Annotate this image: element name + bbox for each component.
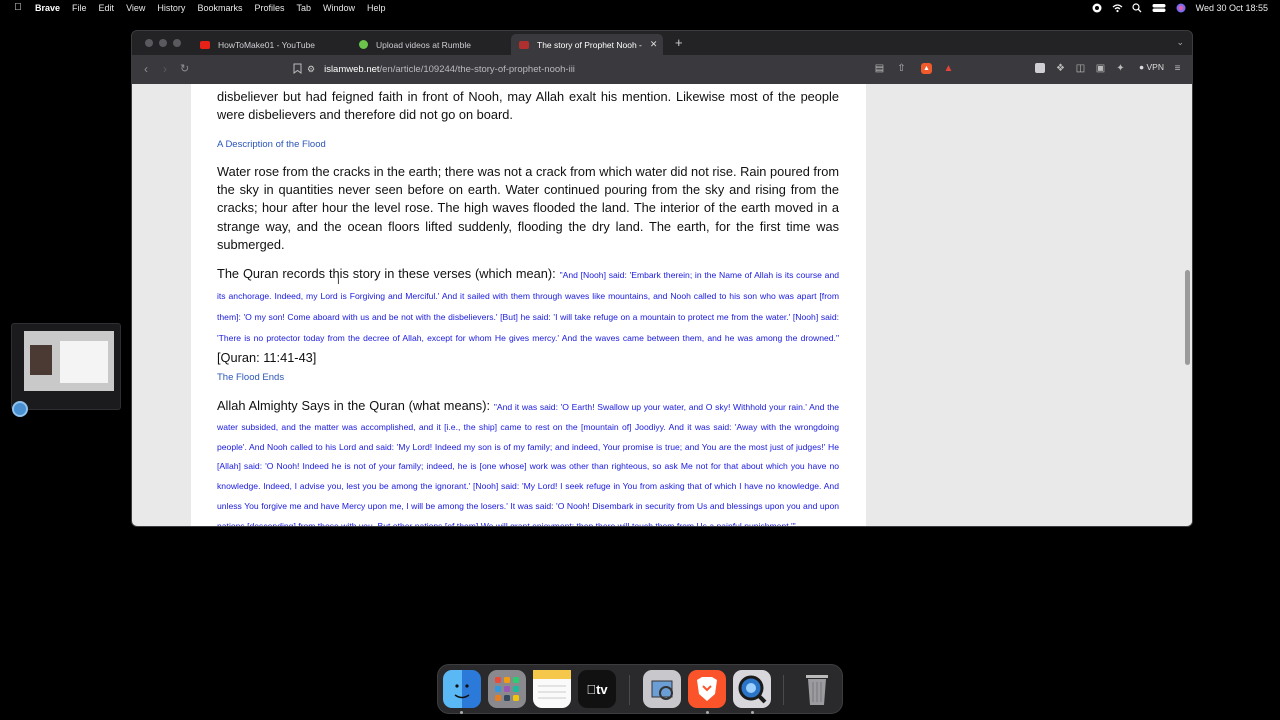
article-body: disbeliever but had feigned faith in fro… xyxy=(191,84,866,527)
running-indicator xyxy=(460,711,463,714)
section-heading: A Description of the Flood xyxy=(217,139,326,150)
paragraph-lead: The Quran records this story in these ve… xyxy=(217,266,560,281)
extensions-puzzle-icon[interactable]: ❖ xyxy=(1055,63,1066,74)
close-tab-icon[interactable]: ✕ xyxy=(650,39,658,50)
paragraph-lead: Allah Almighty Says in the Quran (what m… xyxy=(217,398,494,413)
tab-rumble[interactable]: Upload videos at Rumble xyxy=(359,34,509,55)
close-window-button[interactable] xyxy=(145,39,153,47)
quicktime-icon[interactable] xyxy=(733,670,771,708)
running-indicator xyxy=(706,711,709,714)
siri-icon[interactable] xyxy=(1176,3,1186,13)
tab-title: The story of Prophet Nooh - xyxy=(537,39,642,50)
dock-separator xyxy=(783,675,784,705)
reload-icon[interactable]: ↻ xyxy=(180,62,189,75)
trash-icon[interactable] xyxy=(798,670,836,708)
wallet-icon[interactable]: ▣ xyxy=(1095,63,1106,74)
quran-verse: "And it was said: 'O Earth! Swallow up y… xyxy=(217,402,840,527)
running-indicator xyxy=(751,711,754,714)
quicktime-icon xyxy=(12,401,28,417)
vpn-button[interactable]: ● VPN xyxy=(1139,62,1164,72)
tab-list-chevron-icon[interactable]: ⌄ xyxy=(1176,37,1184,48)
menu-bar:  Brave File Edit View History Bookmarks… xyxy=(0,0,1280,15)
menu-file[interactable]: File xyxy=(72,3,87,13)
toolbar: ‹ › ↻ ⚙ islamweb.net/en/article/109244/t… xyxy=(132,55,1192,84)
back-icon[interactable]: ‹ xyxy=(144,62,148,76)
dock-separator xyxy=(629,675,630,705)
forward-icon[interactable]: › xyxy=(163,62,167,76)
menu-icon[interactable]: ≡ xyxy=(1172,63,1183,74)
menu-edit[interactable]: Edit xyxy=(99,3,115,13)
share-icon[interactable]: ⇧ xyxy=(896,63,907,74)
apple-menu-icon[interactable]:  xyxy=(13,2,23,13)
tab-title: HowToMake01 - YouTube xyxy=(218,39,316,50)
menu-profiles[interactable]: Profiles xyxy=(254,3,284,13)
thumbnail-document xyxy=(60,341,108,383)
scrollbar[interactable] xyxy=(1183,84,1192,526)
browser-window: HowToMake01 - YouTube Upload videos at R… xyxy=(131,30,1193,527)
status-area: Wed 30 Oct 18:55 xyxy=(1092,0,1268,15)
menu-view[interactable]: View xyxy=(126,3,145,13)
paragraph-with-verse: Allah Almighty Says in the Quran (what m… xyxy=(217,397,840,527)
apple-tv-icon[interactable]: tv xyxy=(578,670,616,708)
text-cursor-icon: I xyxy=(337,276,340,287)
notes-icon[interactable] xyxy=(533,670,571,708)
window-controls xyxy=(145,39,181,47)
islamweb-icon xyxy=(519,40,529,49)
url-path: /en/article/109244/the-story-of-prophet-… xyxy=(379,63,575,75)
leo-ai-icon[interactable]: ✦ xyxy=(1115,63,1126,74)
menu-tab[interactable]: Tab xyxy=(296,3,311,13)
dock: tv xyxy=(437,664,843,714)
new-tab-button[interactable]: + xyxy=(675,35,683,50)
menu-history[interactable]: History xyxy=(157,3,185,13)
control-center-icon[interactable] xyxy=(1152,3,1166,13)
bookmark-icon[interactable] xyxy=(292,63,303,74)
thumbnail-preview xyxy=(24,331,114,391)
menu-bookmarks[interactable]: Bookmarks xyxy=(197,3,242,13)
paragraph-with-verse: The Quran records this story in these ve… xyxy=(217,264,839,367)
record-icon[interactable] xyxy=(1092,3,1102,13)
launchpad-icon[interactable] xyxy=(488,670,526,708)
tv-icon-label: tv xyxy=(586,681,607,697)
paragraph: disbeliever but had feigned faith in fro… xyxy=(217,89,839,122)
brave-icon[interactable] xyxy=(688,670,726,708)
rumble-icon xyxy=(359,40,368,49)
screenshot-thumbnail[interactable] xyxy=(11,323,121,417)
menubar-clock[interactable]: Wed 30 Oct 18:55 xyxy=(1196,3,1268,13)
web-page: disbeliever but had feigned faith in fro… xyxy=(132,84,1192,527)
tab-youtube[interactable]: HowToMake01 - YouTube xyxy=(200,34,350,55)
tab-title: Upload videos at Rumble xyxy=(376,39,471,50)
finder-icon[interactable] xyxy=(443,670,481,708)
zoom-window-button[interactable] xyxy=(173,39,181,47)
menu-window[interactable]: Window xyxy=(323,3,355,13)
menu-help[interactable]: Help xyxy=(367,3,386,13)
brave-rewards-icon[interactable]: ▲ xyxy=(943,63,954,74)
reader-mode-icon[interactable]: ▤ xyxy=(874,63,885,74)
url-host: islamweb.net xyxy=(324,63,380,75)
sidebar-icon[interactable]: ◫ xyxy=(1075,63,1086,74)
brave-shields-icon[interactable]: ▲ xyxy=(921,63,932,74)
scrollbar-thumb[interactable] xyxy=(1185,270,1190,365)
wifi-icon[interactable] xyxy=(1112,3,1123,13)
tab-bar: HowToMake01 - YouTube Upload videos at R… xyxy=(132,31,1192,55)
preview-icon[interactable] xyxy=(643,670,681,708)
tab-islamweb[interactable]: The story of Prophet Nooh - ✕ xyxy=(511,34,663,55)
vpn-label: VPN xyxy=(1146,62,1164,72)
menu-app[interactable]: Brave xyxy=(35,3,60,13)
section-heading: The Flood Ends xyxy=(217,372,285,383)
paragraph: Water rose from the cracks in the earth;… xyxy=(217,164,839,252)
search-icon[interactable] xyxy=(1132,2,1142,13)
site-info-icon[interactable]: ⚙ xyxy=(307,64,315,75)
extension-icon[interactable] xyxy=(1035,63,1045,73)
quran-reference: [Quran: 11:41-43] xyxy=(217,350,317,365)
address-bar[interactable]: ⚙ islamweb.net/en/article/109244/the-sto… xyxy=(307,60,969,78)
youtube-icon xyxy=(200,40,210,49)
minimize-window-button[interactable] xyxy=(159,39,167,47)
thumbnail-image xyxy=(30,345,52,375)
